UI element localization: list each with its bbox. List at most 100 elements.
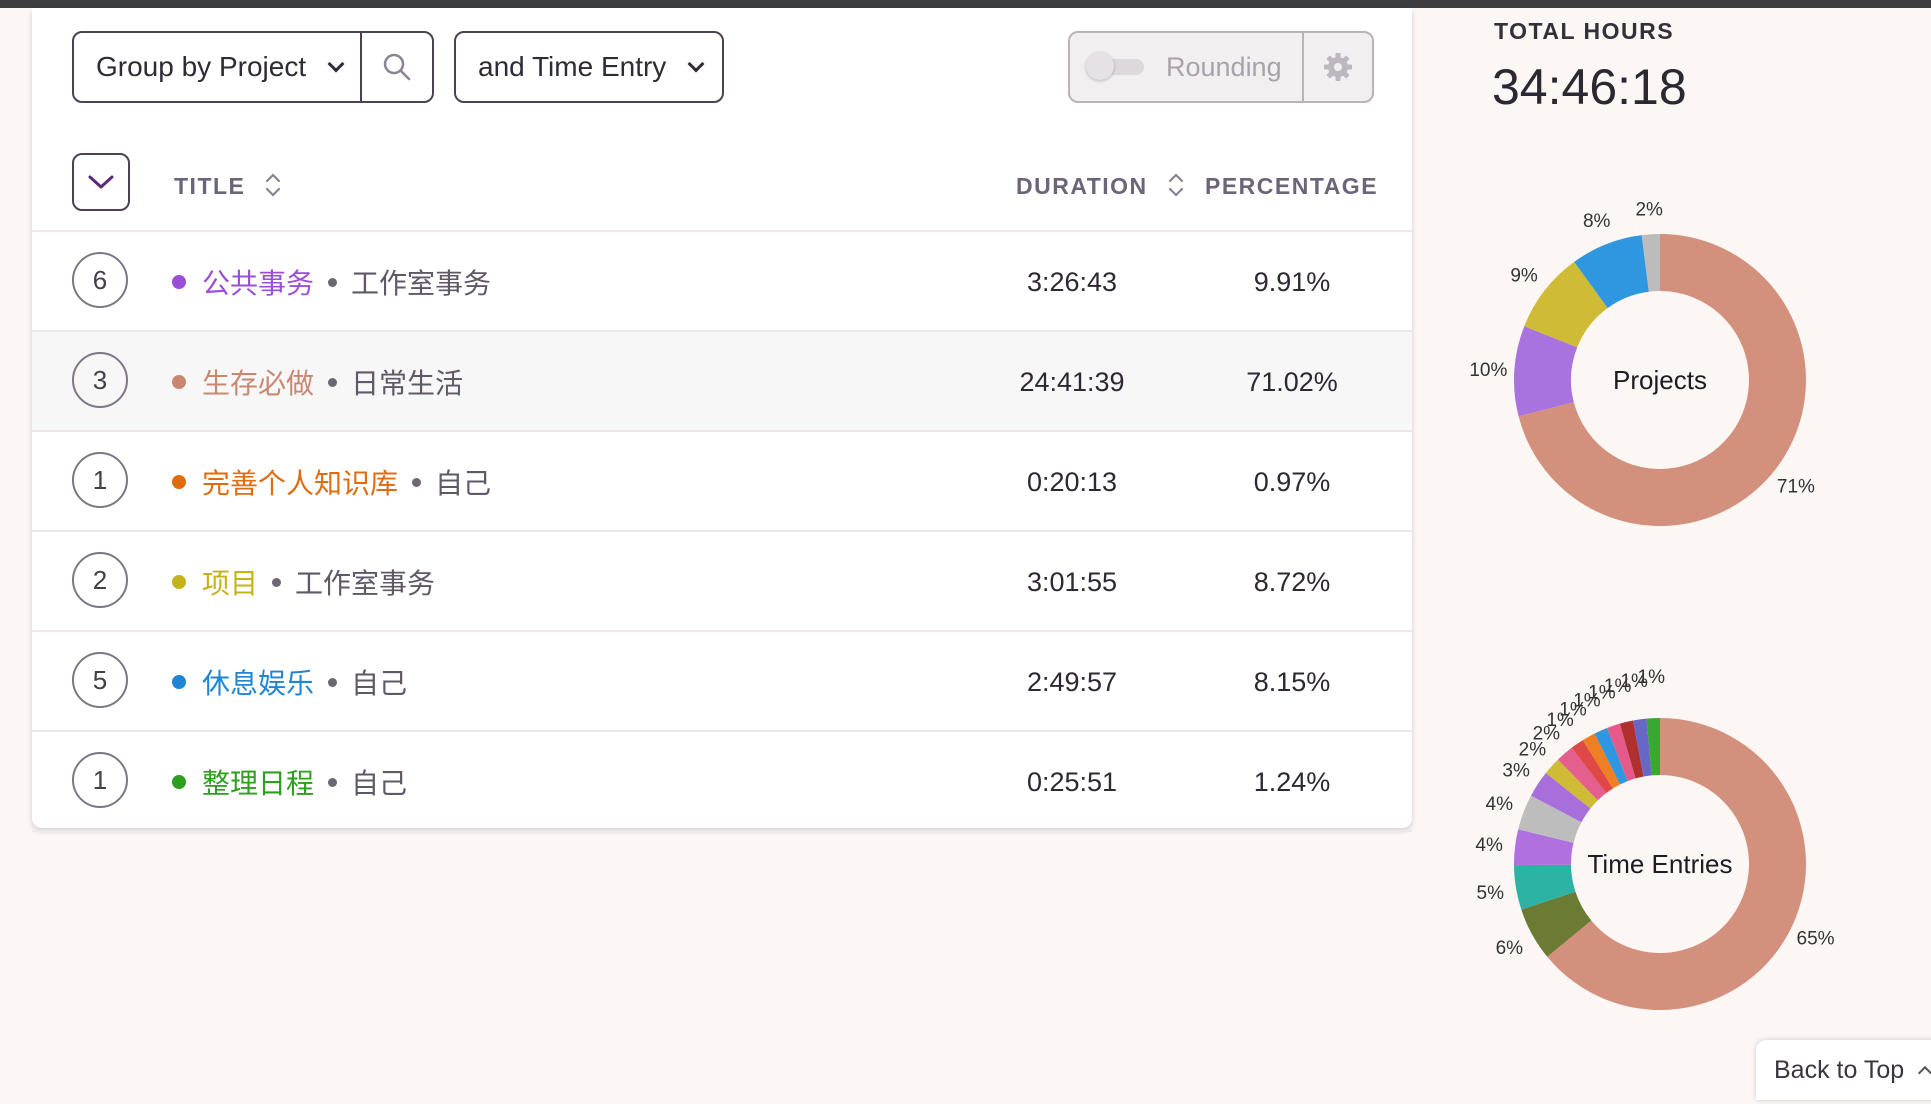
slice-percentage-label: 3% [1502, 761, 1530, 782]
project-color-dot [172, 675, 186, 689]
slice-percentage-label: 10% [1469, 360, 1507, 381]
project-name: 项目 [202, 568, 259, 599]
table-row[interactable]: 2 项目 工作室事务 3:01:55 8.72% [32, 532, 1412, 632]
and-time-entry-dropdown[interactable]: and Time Entry [454, 31, 724, 103]
separator-dot [412, 477, 422, 487]
group-by-label: Group by Project [96, 51, 307, 82]
project-name: 整理日程 [202, 768, 315, 799]
sort-icon [266, 173, 281, 197]
separator-dot [328, 377, 338, 387]
entry-count-badge[interactable]: 6 [72, 252, 128, 308]
row-title: 公共事务 工作室事务 [172, 232, 491, 332]
project-color-dot [172, 575, 186, 589]
title-column-header[interactable]: TITLE [174, 173, 281, 200]
percentage-value: 9.91% [1253, 266, 1331, 297]
chevron-down-icon [327, 55, 345, 73]
slice-percentage-label: 6% [1496, 938, 1524, 959]
rounding-settings-button[interactable] [1304, 33, 1372, 101]
duration-value: 24:41:39 [1019, 366, 1125, 397]
duration-value: 3:26:43 [1026, 266, 1118, 297]
percentage-header-label: PERCENTAGE [1205, 173, 1379, 199]
donut-center-label: Projects [1613, 365, 1707, 395]
project-color-dot [172, 375, 186, 389]
duration-value: 2:49:57 [1026, 666, 1118, 697]
client-name: 日常生活 [351, 368, 464, 399]
rounding-toggle[interactable]: Rounding [1070, 33, 1304, 101]
row-title: 休息娱乐 自己 [172, 632, 407, 732]
percentage-value: 8.15% [1253, 666, 1331, 697]
back-to-top-label: Back to Top [1774, 1055, 1905, 1084]
client-name: 自己 [351, 768, 408, 799]
project-name: 完善个人知识库 [202, 468, 399, 499]
client-name: 自己 [435, 468, 492, 499]
slice-percentage-label: 65% [1797, 928, 1835, 949]
slice-percentage-label: 9% [1510, 266, 1538, 287]
entry-count-badge[interactable]: 1 [72, 752, 128, 808]
projects-donut-chart: 71% 10% 9% 8% 2% Projects [1469, 199, 1815, 526]
duration-value: 0:25:51 [1026, 766, 1118, 797]
row-title: 项目 工作室事务 [172, 532, 435, 632]
table-row[interactable]: 6 公共事务 工作室事务 3:26:43 9.91% [32, 232, 1412, 332]
separator-dot [328, 677, 338, 687]
report-panel: Group by Project and Time Entry Rounding [32, 8, 1412, 832]
row-title: 完善个人知识库 自己 [172, 432, 491, 532]
group-by-select[interactable]: Group by Project [74, 33, 363, 101]
slice-percentage-label: 4% [1486, 794, 1514, 815]
time-entries-donut-chart: 65%6%5%4%4%3%2%2%1%1%1%1%1%1%1%Time Entr… [1475, 667, 1835, 1010]
table-row[interactable]: 3 生存必做 日常生活 24:41:39 71.02% [32, 332, 1412, 432]
project-name: 休息娱乐 [202, 668, 315, 699]
percentage-value: 8.72% [1253, 566, 1331, 597]
project-color-dot [172, 275, 186, 289]
title-header-label: TITLE [174, 173, 246, 199]
percentage-value: 71.02% [1246, 366, 1338, 397]
donut-center-label: Time Entries [1588, 849, 1733, 879]
project-name: 生存必做 [202, 368, 315, 399]
rounding-control[interactable]: Rounding [1068, 31, 1374, 103]
total-hours-value: 34:46:18 [1492, 59, 1687, 115]
slice-percentage-label: 71% [1777, 476, 1815, 497]
table-row[interactable]: 1 整理日程 自己 0:25:51 1.24% [32, 732, 1412, 832]
entry-count-badge[interactable]: 5 [72, 652, 128, 708]
chevron-up-icon [1918, 1065, 1931, 1081]
toggle-switch[interactable] [1086, 52, 1144, 80]
project-color-dot [172, 475, 186, 489]
top-bar [0, 0, 1931, 8]
chevron-down-icon [687, 55, 705, 73]
expand-all-button[interactable] [72, 153, 130, 211]
slice-percentage-label: 4% [1475, 835, 1503, 856]
entry-count-badge[interactable]: 3 [72, 352, 128, 408]
rounding-label: Rounding [1166, 51, 1282, 82]
duration-value: 3:01:55 [1026, 566, 1118, 597]
separator-dot [328, 277, 338, 287]
slice-percentage-label: 8% [1583, 211, 1611, 232]
search-icon [383, 53, 411, 81]
gear-icon [1324, 53, 1352, 81]
client-name: 工作室事务 [351, 268, 492, 299]
duration-column-header[interactable]: DURATION [1016, 173, 1184, 200]
back-to-top-button[interactable]: Back to Top [1756, 1040, 1931, 1100]
client-name: 工作室事务 [295, 568, 436, 599]
slice-percentage-label: 5% [1477, 883, 1505, 904]
duration-header-label: DURATION [1016, 173, 1148, 199]
sort-icon [1168, 173, 1183, 197]
table-row[interactable]: 5 休息娱乐 自己 2:49:57 8.15% [32, 632, 1412, 732]
toggle-knob [1086, 52, 1114, 80]
client-name: 自己 [351, 668, 408, 699]
search-button[interactable] [362, 33, 432, 101]
table-row[interactable]: 1 完善个人知识库 自己 0:20:13 0.97% [32, 432, 1412, 532]
slice-percentage-label: 1% [1638, 667, 1666, 688]
row-title: 整理日程 自己 [172, 732, 407, 832]
entry-count-badge[interactable]: 2 [72, 552, 128, 608]
row-title: 生存必做 日常生活 [172, 332, 463, 432]
project-color-dot [172, 775, 186, 789]
separator-dot [272, 577, 282, 587]
entry-count-badge[interactable]: 1 [72, 452, 128, 508]
percentage-value: 1.24% [1253, 766, 1331, 797]
chevron-down-icon [88, 175, 114, 189]
group-by-dropdown[interactable]: Group by Project [72, 31, 434, 103]
separator-dot [328, 777, 338, 787]
and-time-entry-label: and Time Entry [478, 51, 667, 82]
total-hours-label: TOTAL HOURS [1494, 18, 1675, 44]
project-name: 公共事务 [202, 268, 315, 299]
slice-percentage-label: 2% [1635, 199, 1663, 220]
